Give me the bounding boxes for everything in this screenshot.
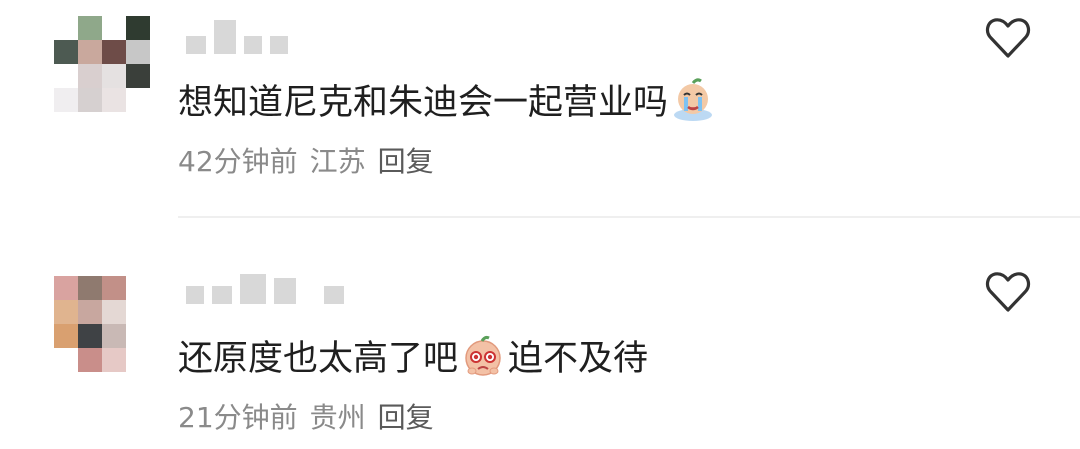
avatar-pixel — [126, 300, 150, 324]
avatar-pixel — [78, 40, 102, 64]
comment-text-part: 想知道尼克和朱迪会一起营业吗 — [178, 83, 669, 123]
avatar-pixel — [78, 88, 102, 112]
comment-item: 想知道尼克和朱迪会一起营业吗 42分钟前 江苏 回复 — [0, 0, 1080, 218]
avatar-pixel — [54, 300, 78, 324]
avatar-pixel — [78, 276, 102, 300]
heart-icon[interactable] — [984, 270, 1032, 314]
avatar-pixel — [102, 324, 126, 348]
avatar-pixel — [78, 300, 102, 324]
username-obscured[interactable] — [186, 274, 344, 304]
comment-text: 还原度也太高了吧 迫不及待 — [178, 330, 648, 381]
avatar-pixel — [102, 348, 126, 372]
pleading-face-emoji — [460, 333, 506, 379]
avatar-pixel — [78, 16, 102, 40]
avatar-pixel — [126, 64, 150, 88]
comment-text-part: 还原度也太高了吧 — [178, 339, 459, 379]
crying-face-emoji — [670, 77, 716, 123]
avatar-pixel — [102, 16, 126, 40]
comment-location: 贵州 — [309, 401, 366, 434]
avatar-pixel — [102, 64, 126, 88]
comment-text-part: 迫不及待 — [508, 339, 649, 379]
avatar-pixel — [54, 276, 78, 300]
avatar-pixel — [126, 88, 150, 112]
comment-time: 42分钟前 — [178, 145, 298, 178]
avatar[interactable] — [54, 276, 150, 372]
avatar-pixel — [54, 324, 78, 348]
comment-meta: 42分钟前 江苏 回复 — [178, 140, 434, 180]
reply-button[interactable]: 回复 — [378, 140, 434, 180]
avatar-pixel — [126, 276, 150, 300]
avatar-pixel — [126, 40, 150, 64]
comment-location: 江苏 — [309, 145, 366, 178]
comment-meta: 21分钟前 贵州 回复 — [178, 396, 434, 436]
avatar-pixel — [78, 64, 102, 88]
heart-icon[interactable] — [984, 16, 1032, 60]
avatar[interactable] — [54, 16, 150, 112]
avatar-pixel — [102, 276, 126, 300]
comment-item: 还原度也太高了吧 迫不及待 21分钟前 贵州 回复 — [0, 218, 1080, 449]
avatar-pixel — [126, 348, 150, 372]
avatar-pixel — [102, 40, 126, 64]
avatar-pixel — [54, 16, 78, 40]
reply-button[interactable]: 回复 — [378, 396, 434, 436]
avatar-pixel — [102, 88, 126, 112]
comment-time: 21分钟前 — [178, 401, 298, 434]
avatar-pixel — [102, 300, 126, 324]
comment-text: 想知道尼克和朱迪会一起营业吗 — [178, 74, 718, 125]
avatar-pixel — [54, 88, 78, 112]
avatar-pixel — [78, 348, 102, 372]
username-obscured[interactable] — [186, 20, 288, 54]
avatar-pixel — [126, 16, 150, 40]
avatar-pixel — [54, 348, 78, 372]
avatar-pixel — [126, 324, 150, 348]
avatar-pixel — [54, 64, 78, 88]
avatar-pixel — [54, 40, 78, 64]
avatar-pixel — [78, 324, 102, 348]
